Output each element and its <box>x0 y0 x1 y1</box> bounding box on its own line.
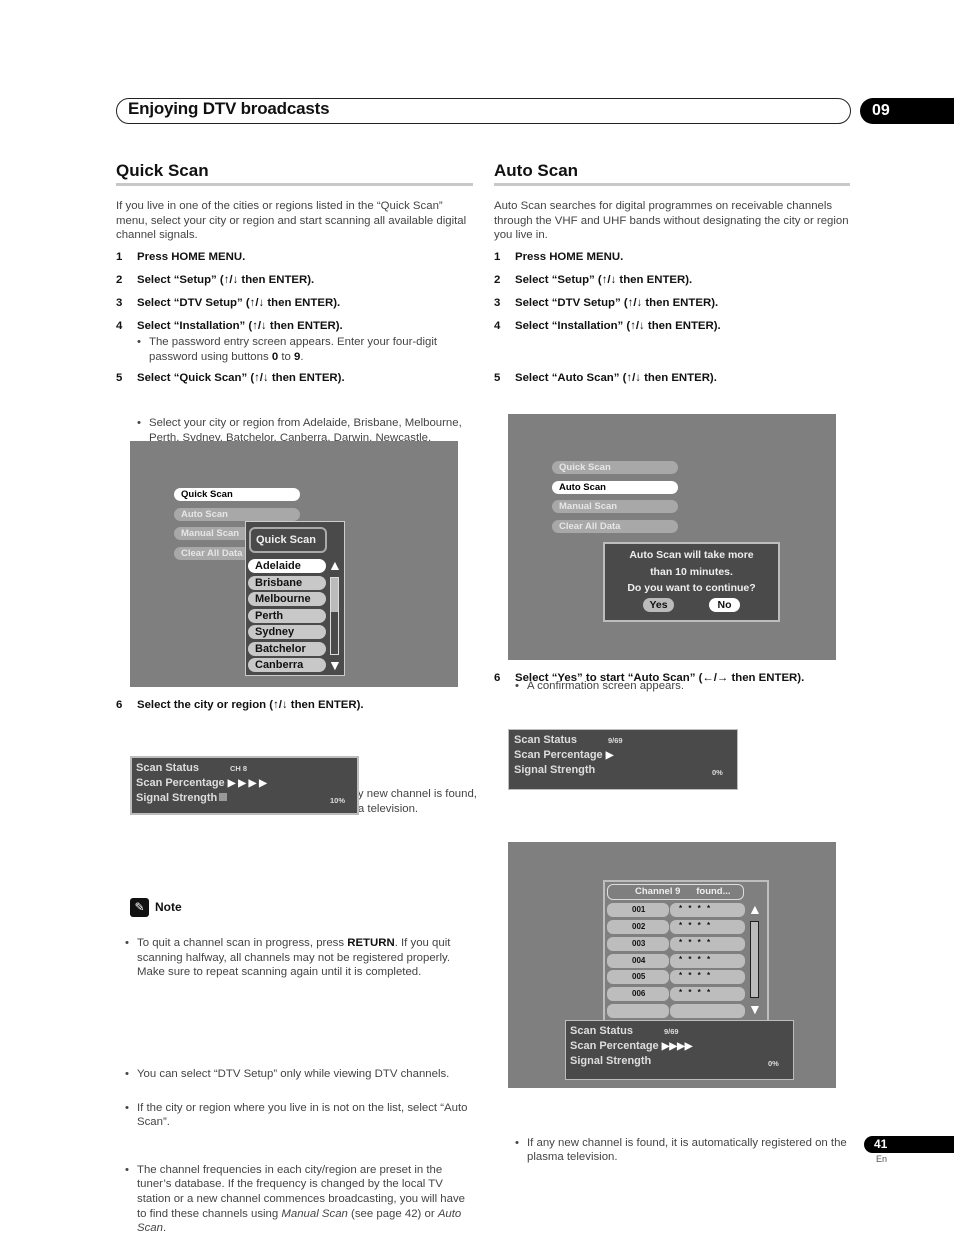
city-item[interactable]: Sydney <box>248 625 326 639</box>
menu-item-auto-scan[interactable]: Auto Scan <box>552 481 678 494</box>
dialog-line: Do you want to continue? <box>627 582 756 594</box>
signal-strength-bar <box>219 793 228 801</box>
quick-scan-tv-screen: Quick Scan Auto Scan Manual Scan Clear A… <box>130 441 458 687</box>
scan-status-label: Scan Status <box>136 762 199 774</box>
section-rule <box>494 183 850 186</box>
qs-step-4-bullet: The password entry screen appears. Enter… <box>137 335 467 364</box>
qs-step-4: 4 Select “Installation” (↑/↓ then ENTER). <box>116 320 343 332</box>
quick-scan-title: Quick Scan <box>116 161 209 180</box>
scroll-up-icon[interactable]: ▲ <box>748 902 762 916</box>
language-label: En <box>876 1154 888 1164</box>
note-item: The channel frequencies in each city/reg… <box>125 1163 475 1236</box>
channel-list: 001 * * * * 002 * * * * 003 * * * * 004 * * … <box>607 903 747 1023</box>
as-step-6: 6 Select “Yes” to start “Auto Scan” (←/→ … <box>494 672 805 684</box>
menu-item-quick-scan[interactable]: Quick Scan <box>174 488 300 501</box>
city-item[interactable]: Adelaide <box>248 559 326 573</box>
scan-status-value: 9/69 <box>607 736 623 745</box>
signal-strength-value: 0% <box>712 768 723 777</box>
channel-row[interactable]: 006 * * * * <box>607 987 745 1001</box>
confirm-dialog: Auto Scan will take more than 10 minutes… <box>603 542 780 622</box>
chapter-title: Enjoying DTV broadcasts <box>128 99 330 118</box>
signal-strength-value: 0% <box>768 1059 779 1068</box>
quit-scan-bullet: To quit a channel scan in progress, pres… <box>125 936 475 980</box>
menu-item-clear-all-data[interactable]: Clear All Data <box>552 520 678 533</box>
signal-strength-label: Signal Strength <box>570 1055 652 1067</box>
scan-progress-arrows: ▶ <box>605 750 614 761</box>
channel-found-header: Channel 9 found... <box>607 884 744 900</box>
signal-strength-value: 10% <box>330 796 346 805</box>
scan-status-overlay: Scan Status 9/69 Scan Percentage ▶▶▶▶ Sig… <box>565 1020 794 1080</box>
scan-status-value: CH 8 <box>229 764 248 773</box>
city-list: Adelaide Brisbane Melbourne Perth Sydney… <box>248 559 328 674</box>
signal-strength-label: Signal Strength <box>514 764 596 776</box>
as-scan-status-panel: Scan Status 9/69 Scan Percentage ▶ Signal… <box>508 729 738 790</box>
note-pencil-icon: ✎ <box>130 898 149 917</box>
scan-percentage-label: Scan Percentage <box>136 777 225 789</box>
as-step-1: 1 Press HOME MENU. <box>494 251 624 263</box>
qs-step-6: 6 Select the city or region (↑/↓ then ENT… <box>116 699 364 711</box>
scrollbar[interactable] <box>750 921 759 998</box>
scan-progress-arrows: ▶▶▶▶ <box>661 1041 693 1052</box>
menu-item-auto-scan[interactable]: Auto Scan <box>174 508 300 521</box>
scan-status-label: Scan Status <box>570 1025 633 1037</box>
chapter-number: 09 <box>860 98 954 124</box>
page-number: 41 <box>864 1136 954 1153</box>
city-item[interactable]: Brisbane <box>248 576 326 590</box>
city-item[interactable]: Batchelor <box>248 642 326 656</box>
auto-scan-intro: Auto Scan searches for digital programme… <box>494 200 849 242</box>
qs-step-5: 5 Select “Quick Scan” (↑/↓ then ENTER). <box>116 372 345 384</box>
note-item: You can select “DTV Setup” only while vi… <box>125 1067 475 1082</box>
auto-scan-title: Auto Scan <box>494 161 579 180</box>
channel-row-empty[interactable] <box>607 1004 745 1018</box>
channel-list-panel: Channel 9 found... 001 * * * * 002 * * * *… <box>603 880 769 1022</box>
scroll-up-icon[interactable]: ▲ <box>328 558 342 572</box>
scan-status-label: Scan Status <box>514 734 577 746</box>
scrollbar-thumb[interactable] <box>331 578 338 613</box>
channel-row[interactable]: 001 * * * * <box>607 903 745 917</box>
qs-scan-status-panel: Scan Status CH 8 Scan Percentage ▶ ▶ ▶ ▶ … <box>130 756 359 815</box>
channel-found-bullet: If any new channel is found, it is autom… <box>515 1136 855 1165</box>
channel-row[interactable]: 003 * * * * <box>607 937 745 951</box>
scrollbar[interactable] <box>330 577 339 655</box>
signal-strength-label: Signal Strength <box>136 792 218 804</box>
note-title: Note <box>155 900 182 914</box>
dialog-line: Auto Scan will take more <box>629 549 754 561</box>
channel-row[interactable]: 004 * * * * <box>607 954 745 968</box>
city-select-popup: Quick Scan Adelaide Brisbane Melbourne P… <box>245 521 345 676</box>
scroll-down-icon[interactable]: ▼ <box>328 658 342 672</box>
scan-percentage-label: Scan Percentage <box>514 749 603 761</box>
channel-row[interactable]: 002 * * * * <box>607 920 745 934</box>
popup-title: Quick Scan <box>249 527 327 553</box>
qs-step-1: 1 Press HOME MENU. <box>116 251 246 263</box>
qs-step-2: 2 Select “Setup” (↑/↓ then ENTER). <box>116 274 315 286</box>
as-step-3: 3 Select “DTV Setup” (↑/↓ then ENTER). <box>494 297 719 309</box>
auto-scan-tv-screen: Quick Scan Auto Scan Manual Scan Clear A… <box>508 414 836 660</box>
as-step-5: 5 Select “Auto Scan” (↑/↓ then ENTER). <box>494 372 717 384</box>
as-step-4: 4 Select “Installation” (↑/↓ then ENTER). <box>494 320 721 332</box>
menu-item-quick-scan[interactable]: Quick Scan <box>552 461 678 474</box>
city-item[interactable]: Perth <box>248 609 326 623</box>
city-item[interactable]: Melbourne <box>248 592 326 606</box>
channel-row[interactable]: 005 * * * * <box>607 970 745 984</box>
scan-progress-arrows: ▶ ▶ ▶ ▶ <box>227 778 267 789</box>
qs-step-3: 3 Select “DTV Setup” (↑/↓ then ENTER). <box>116 297 341 309</box>
yes-button[interactable]: Yes <box>643 597 674 612</box>
section-rule <box>116 183 473 186</box>
note-item: If the city or region where you live in … <box>125 1101 475 1130</box>
quick-scan-intro: If you live in one of the cities or regi… <box>116 200 467 242</box>
channel-found-tv-screen: Channel 9 found... 001 * * * * 002 * * * *… <box>508 842 836 1088</box>
scroll-down-icon[interactable]: ▼ <box>748 1002 762 1016</box>
menu-item-manual-scan[interactable]: Manual Scan <box>552 500 678 513</box>
no-button[interactable]: No <box>709 597 740 612</box>
as-step-2: 2 Select “Setup” (↑/↓ then ENTER). <box>494 274 693 286</box>
city-item[interactable]: Canberra <box>248 658 326 672</box>
scan-percentage-label: Scan Percentage <box>570 1040 659 1052</box>
scan-status-value: 9/69 <box>663 1027 679 1036</box>
dialog-line: than 10 minutes. <box>650 565 733 578</box>
